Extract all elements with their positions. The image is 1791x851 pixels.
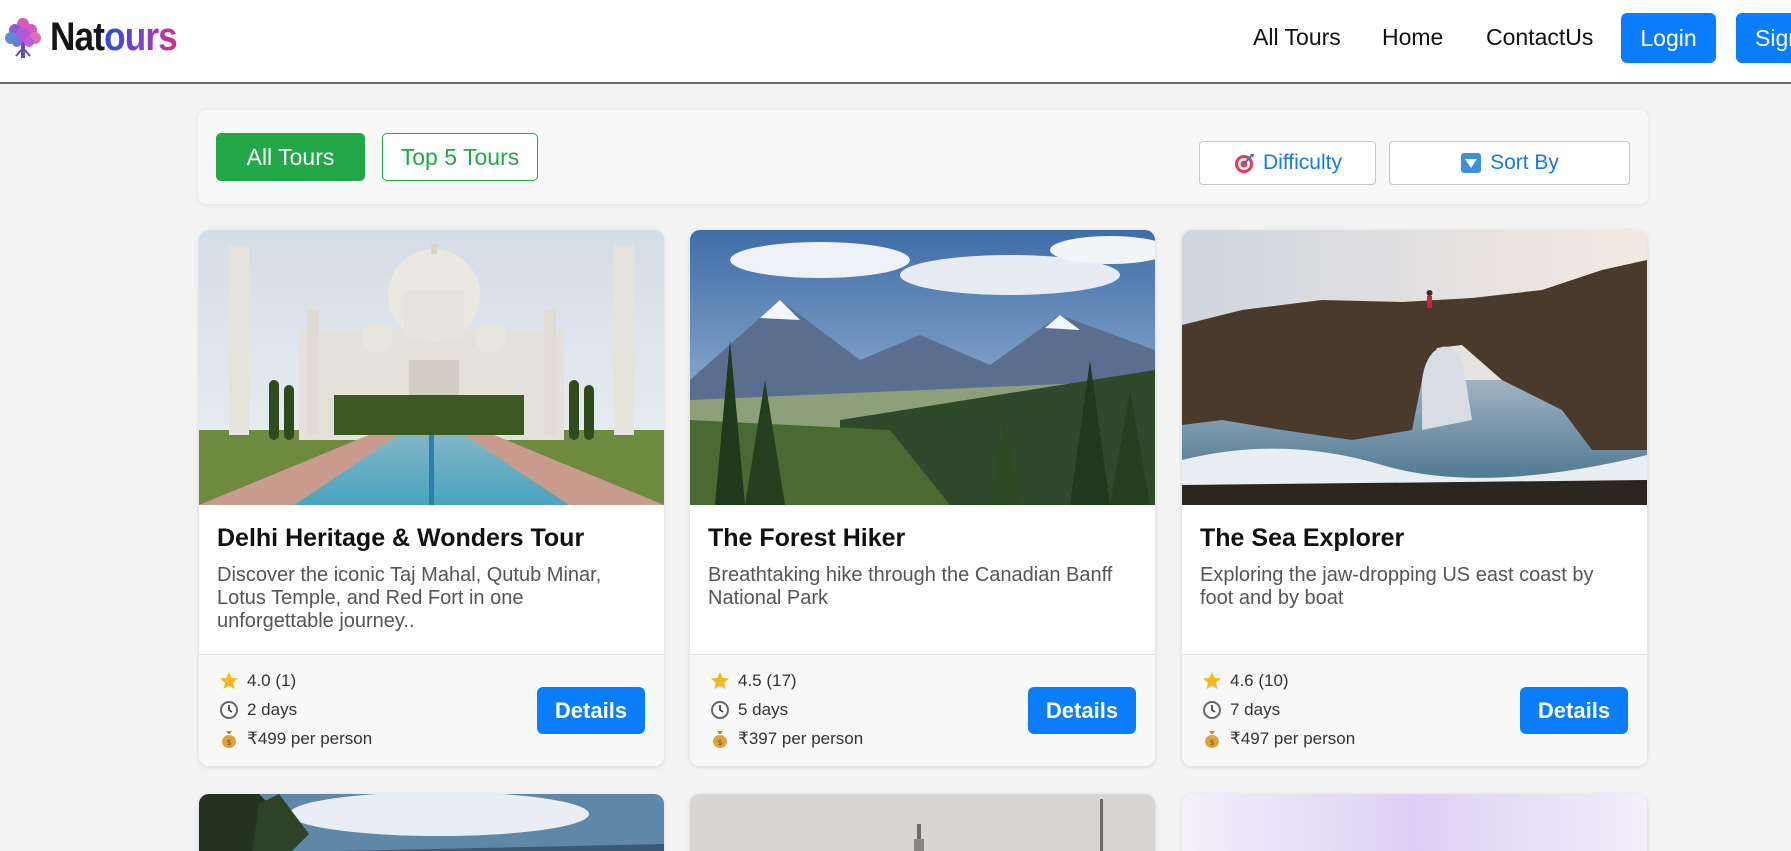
- brand-logo[interactable]: Natours: [4, 14, 194, 60]
- mountain-forest-photo: [690, 230, 1155, 505]
- details-button[interactable]: Details: [1520, 687, 1628, 734]
- tour-card: [690, 794, 1155, 851]
- brand-name: Natours: [50, 14, 178, 59]
- login-button[interactable]: Login: [1621, 13, 1716, 63]
- tour-duration: 5 days: [710, 700, 788, 720]
- tour-photo: [1182, 794, 1647, 851]
- tour-card-footer: 4.0 (1) 2 days $ ₹499 per person Details: [199, 654, 664, 766]
- nav-all-tours-link[interactable]: All Tours: [1253, 24, 1341, 51]
- nav-home-link[interactable]: Home: [1382, 24, 1443, 51]
- svg-text:$: $: [717, 738, 722, 747]
- sort-by-dropdown[interactable]: Sort By: [1389, 141, 1630, 185]
- tour-card-footer: 4.5 (17) 5 days $ ₹397 per person Detail…: [690, 654, 1155, 766]
- tour-title: The Sea Explorer: [1200, 524, 1405, 552]
- tour-title: The Forest Hiker: [708, 524, 906, 552]
- tour-rating: 4.0 (1): [219, 671, 296, 691]
- tour-price: $ ₹497 per person: [1202, 729, 1355, 749]
- sort-by-label: Sort By: [1490, 151, 1559, 174]
- svg-text:$: $: [1209, 738, 1214, 747]
- tour-description: Discover the iconic Taj Mahal, Qutub Min…: [217, 564, 602, 632]
- tour-title: Delhi Heritage & Wonders Tour: [217, 524, 585, 552]
- top-navbar: Natours All Tours Home ContactUs Login S…: [0, 0, 1791, 84]
- tour-card: The Sea Explorer Exploring the jaw-dropp…: [1182, 230, 1647, 766]
- star-icon: [220, 672, 238, 689]
- money-bag-icon: $: [1205, 731, 1219, 748]
- tour-price: $ ₹499 per person: [219, 729, 372, 749]
- tree-logo-icon: [5, 18, 41, 58]
- clock-icon: [711, 701, 729, 719]
- tour-card: [1182, 794, 1647, 851]
- tour-photo: [199, 794, 664, 851]
- star-icon: [1203, 672, 1221, 689]
- signup-button[interactable]: Sign: [1736, 13, 1791, 63]
- tab-top-5-tours[interactable]: Top 5 Tours: [382, 133, 538, 181]
- svg-text:$: $: [226, 738, 231, 747]
- difficulty-dropdown[interactable]: Difficulty: [1199, 141, 1376, 185]
- tour-rating: 4.6 (10): [1202, 671, 1289, 691]
- difficulty-label: Difficulty: [1263, 151, 1342, 174]
- clock-icon: [1203, 701, 1221, 719]
- details-button[interactable]: Details: [1028, 687, 1136, 734]
- target-icon: [1235, 154, 1255, 173]
- tour-description: Exploring the jaw-dropping US east coast…: [1200, 564, 1594, 609]
- tour-rating: 4.5 (17): [710, 671, 797, 691]
- nav-contact-link[interactable]: ContactUs: [1486, 24, 1593, 51]
- tour-description: Breathtaking hike through the Canadian B…: [708, 564, 1113, 609]
- tour-card: [199, 794, 664, 851]
- tour-duration: 7 days: [1202, 700, 1280, 720]
- triangle-down-icon: [1461, 153, 1482, 173]
- taj-mahal-photo: [199, 230, 664, 505]
- tour-card-footer: 4.6 (10) 7 days $ ₹497 per person Detail…: [1182, 654, 1647, 766]
- money-bag-icon: $: [222, 731, 236, 748]
- money-bag-icon: $: [713, 731, 727, 748]
- tour-price: $ ₹397 per person: [710, 729, 863, 749]
- clock-icon: [220, 701, 238, 719]
- sea-arch-photo: [1182, 230, 1647, 505]
- tour-card: Delhi Heritage & Wonders Tour Discover t…: [199, 230, 664, 766]
- tour-card: The Forest Hiker Breathtaking hike throu…: [690, 230, 1155, 766]
- star-icon: [711, 672, 729, 689]
- tour-photo: [690, 794, 1155, 851]
- details-button[interactable]: Details: [537, 687, 645, 734]
- tab-all-tours[interactable]: All Tours: [216, 133, 365, 181]
- filter-bar: All Tours Top 5 Tours Difficulty Sort By: [198, 110, 1648, 204]
- tour-duration: 2 days: [219, 700, 297, 720]
